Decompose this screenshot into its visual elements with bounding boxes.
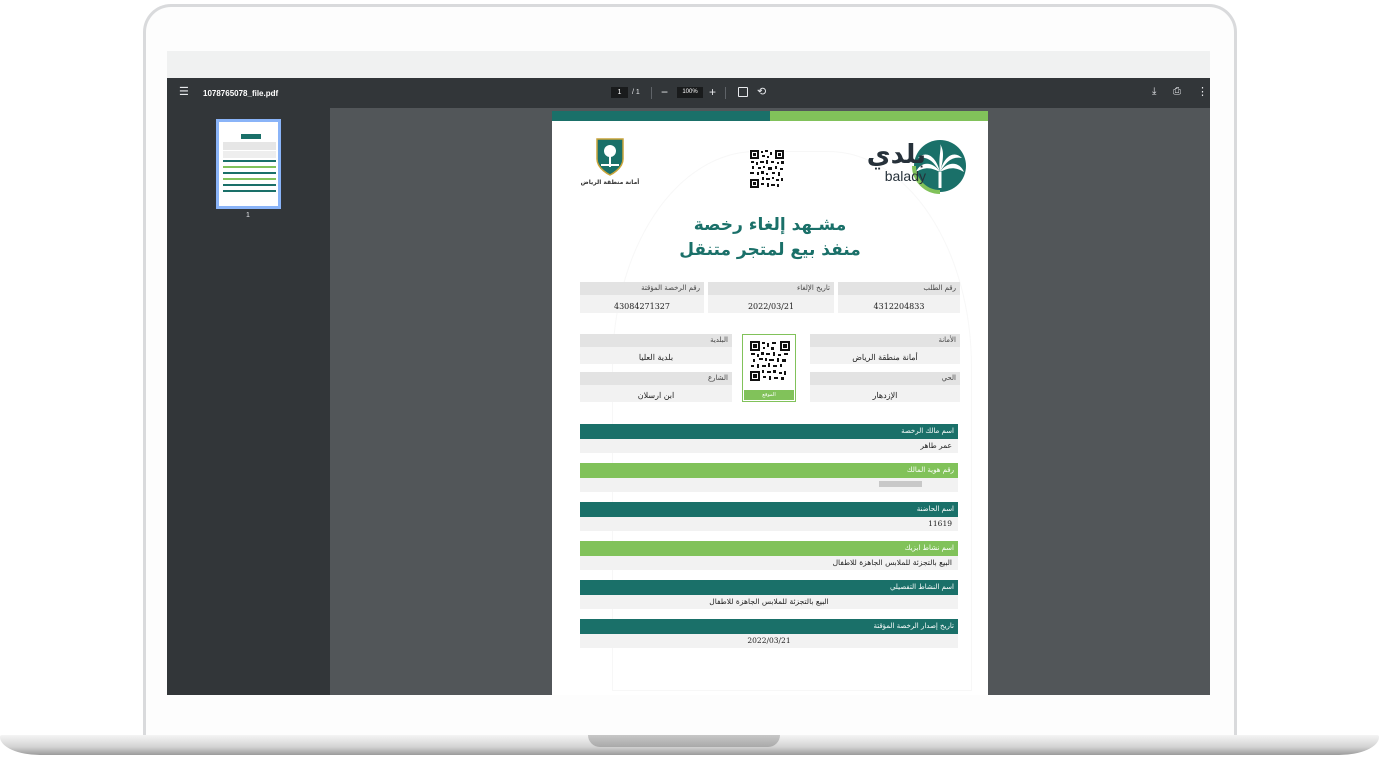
field-value: الإزدهار <box>872 391 898 400</box>
thumb-title <box>241 134 261 139</box>
temp-license-field: رقم الرخصة المؤقتة 43084271327 <box>580 282 704 313</box>
file-name: 1078765078_file.pdf <box>203 89 279 98</box>
owner-id-label: رقم هوية المالك <box>580 463 958 478</box>
thumb-fields <box>223 151 276 158</box>
thumbnail-sidebar: 1 <box>167 108 330 695</box>
page-thumbnail[interactable] <box>216 119 281 209</box>
request-number-field: رقم الطلب 4312204833 <box>838 282 960 313</box>
location-qr-code: الموقع <box>742 334 796 402</box>
divider <box>725 87 726 99</box>
district-field: الحي الإزدهار <box>810 372 960 402</box>
print-icon[interactable]: ⎙ <box>1173 86 1181 97</box>
issue-date-value: 2022/03/21 <box>580 634 958 648</box>
fit-page-icon[interactable] <box>738 87 748 97</box>
detailed-activity-label: اسم النشاط التفصيلي <box>580 580 958 595</box>
issue-date-label: تاريخ إصدار الرخصة المؤقتة <box>580 619 958 634</box>
thumb-band <box>223 160 276 162</box>
thumb-band <box>223 178 276 180</box>
field-value: 2022/03/21 <box>747 302 795 311</box>
menu-icon[interactable]: ☰ <box>179 87 189 98</box>
municipality-field: البلدية بلدية العليا <box>580 334 732 364</box>
field-value: أمانة منطقة الرياض <box>852 353 918 362</box>
pdf-page: بلدي balady أمانة منطقة الرياض مشـهد إلغ… <box>552 111 988 695</box>
document-title: مشـهد إلغاء رخصة <box>693 215 847 235</box>
street-field: الشارع ابن ارسلان <box>580 372 732 402</box>
field-value: 43084271327 <box>614 302 670 311</box>
header-strip-green <box>770 111 988 121</box>
laptop-notch <box>588 735 780 747</box>
owner-name-value: عمر طاهر <box>580 439 958 453</box>
owner-id-value <box>580 478 958 492</box>
field-label: تاريخ الإلغاء <box>708 282 834 295</box>
field-value: ابن ارسلان <box>637 391 675 400</box>
balady-logo-text-ar: بلدي <box>866 140 926 170</box>
incubator-label: اسم الحاضنة <box>580 502 958 517</box>
cancel-date-field: تاريخ الإلغاء 2022/03/21 <box>708 282 834 313</box>
header-strip-teal <box>552 111 770 121</box>
thumbnail-page-number: 1 <box>246 212 250 219</box>
field-label: رقم الطلب <box>838 282 960 295</box>
location-button: الموقع <box>744 390 794 400</box>
zoom-out-icon[interactable]: − <box>661 85 668 99</box>
detailed-activity-value: البيع بالتجزئة للملابس الجاهزة للاطفال <box>580 595 958 609</box>
field-label: الحي <box>810 372 960 385</box>
thumb-band <box>223 166 276 168</box>
divider <box>651 87 652 99</box>
download-icon[interactable]: ⤓ <box>1152 86 1156 97</box>
page-number-input[interactable]: 1 <box>611 87 628 98</box>
thumb-band <box>223 190 276 192</box>
main-activity-label: اسم نشاط ابزيك <box>580 541 958 556</box>
zoom-in-icon[interactable]: + <box>709 85 716 99</box>
amana-field: الأمانة أمانة منطقة الرياض <box>810 334 960 364</box>
thumb-band <box>223 184 276 186</box>
field-label: البلدية <box>580 334 732 347</box>
screen: ☰ 1078765078_file.pdf 1 / 1 − 100% + ⟲ ⤓… <box>167 51 1210 695</box>
owner-name-label: اسم مالك الرخصة <box>580 424 958 439</box>
pdf-toolbar: ☰ 1078765078_file.pdf 1 / 1 − 100% + ⟲ ⤓… <box>167 78 1210 108</box>
rotate-icon[interactable]: ⟲ <box>757 85 766 98</box>
thumb-band <box>223 172 276 174</box>
redacted-id <box>879 481 922 487</box>
field-label: الأمانة <box>810 334 960 347</box>
document-subtitle: منفذ بيع لمتجر متنقل <box>679 240 861 260</box>
thumb-fields <box>223 142 276 150</box>
zoom-input[interactable]: 100% <box>677 87 703 98</box>
qr-code <box>749 149 785 189</box>
page-total: / 1 <box>632 89 640 96</box>
qr-code-image <box>750 341 790 381</box>
field-value: 4312204833 <box>873 302 925 311</box>
amana-logo-label: أمانة منطقة الرياض <box>580 179 640 186</box>
more-options-icon[interactable]: ⋮ <box>1197 85 1208 98</box>
balady-logo-text-en: balady <box>884 168 926 184</box>
incubator-value: 11619 <box>580 517 958 531</box>
main-activity-value: البيع بالتجزئة للملابس الجاهزة للاطفال <box>580 556 958 570</box>
field-label: رقم الرخصة المؤقتة <box>580 282 704 295</box>
field-label: الشارع <box>580 372 732 385</box>
field-value: بلدية العليا <box>638 353 674 362</box>
